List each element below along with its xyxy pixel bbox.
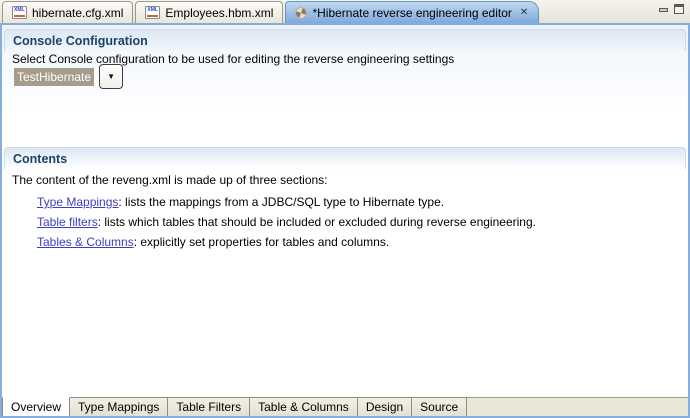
combo-selected-value[interactable]: TestHibernate	[14, 68, 94, 86]
tables-columns-link[interactable]: Tables & Columns	[37, 235, 134, 249]
list-item-type-mappings: Type Mappings: lists the mappings from a…	[37, 195, 444, 209]
list-item-table-filters: Table filters: lists which tables that s…	[37, 215, 536, 229]
page-tab-bar: Overview Type Mappings Table Filters Tab…	[2, 397, 688, 416]
tab-label: *Hibernate reverse engineering editor	[312, 6, 511, 20]
section-title: Console Configuration	[13, 34, 148, 48]
list-item-text: : explicitly set properties for tables a…	[134, 235, 389, 249]
tab-label: Employees.hbm.xml	[165, 6, 273, 20]
list-item-tables-columns: Tables & Columns: explicitly set propert…	[37, 235, 389, 249]
tab-label: Design	[366, 400, 403, 414]
tab-label: Type Mappings	[78, 400, 159, 414]
console-configuration-section-header: Console Configuration	[4, 29, 686, 51]
tab-overview[interactable]: Overview	[2, 397, 70, 416]
window-controls	[659, 4, 684, 14]
editor-frame: Console Configuration Select Console con…	[0, 23, 690, 418]
tab-table-filters[interactable]: Table Filters	[168, 397, 250, 416]
combo-dropdown-button[interactable]: ▼	[99, 64, 123, 89]
tab-label: hibernate.cfg.xml	[32, 6, 123, 20]
minimize-icon[interactable]	[659, 8, 668, 12]
xml-file-icon	[145, 6, 160, 19]
maximize-icon[interactable]	[674, 4, 684, 14]
tab-source[interactable]: Source	[412, 397, 467, 416]
tab-table-and-columns[interactable]: Table & Columns	[250, 397, 358, 416]
xml-file-icon	[12, 6, 27, 19]
tab-label: Source	[420, 400, 458, 414]
contents-intro: The content of the reveng.xml is made up…	[12, 173, 328, 187]
tab-employees-hbm-xml[interactable]: Employees.hbm.xml	[135, 1, 283, 23]
tab-label: Table & Columns	[258, 400, 349, 414]
close-icon[interactable]: ✕	[519, 8, 529, 18]
section-title: Contents	[13, 152, 67, 166]
type-mappings-link[interactable]: Type Mappings	[37, 195, 118, 209]
tab-label: Overview	[11, 400, 61, 414]
tab-type-mappings[interactable]: Type Mappings	[70, 397, 168, 416]
table-filters-link[interactable]: Table filters	[37, 215, 98, 229]
reverse-engineering-icon	[294, 5, 309, 20]
chevron-down-icon: ▼	[107, 73, 115, 81]
editor-tab-bar: hibernate.cfg.xml Employees.hbm.xml *Hib…	[0, 0, 690, 23]
tab-label: Table Filters	[176, 400, 241, 414]
contents-section-header: Contents	[4, 147, 686, 169]
overview-form: Console Configuration Select Console con…	[2, 25, 688, 397]
tab-hibernate-reverse-engineering-editor[interactable]: *Hibernate reverse engineering editor ✕	[285, 1, 539, 23]
tab-design[interactable]: Design	[358, 397, 412, 416]
console-configuration-combo: TestHibernate ▼	[14, 64, 123, 89]
tab-hibernate-cfg-xml[interactable]: hibernate.cfg.xml	[2, 1, 133, 23]
list-item-text: : lists which tables that should be incl…	[98, 215, 536, 229]
list-item-text: : lists the mappings from a JDBC/SQL typ…	[118, 195, 444, 209]
